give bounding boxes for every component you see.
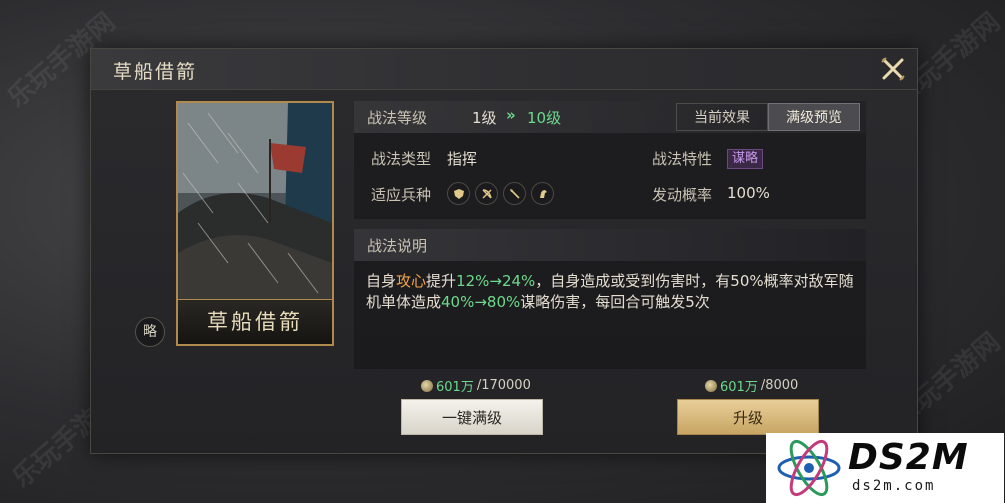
troop-icons: [447, 182, 554, 205]
tactic-trait-tag: 谋略: [727, 149, 764, 169]
logo-domain: ds2m.com: [852, 478, 936, 494]
desc-part: 谋略伤害，每回合可触发5次: [520, 293, 710, 311]
logo-wordmark: DS2M: [848, 437, 969, 478]
max-level-button[interactable]: 一键满级: [401, 399, 543, 435]
spear-icon: [503, 182, 526, 205]
crossbow-icon: [475, 182, 498, 205]
cost-total: /8000: [760, 378, 799, 393]
tactic-info-box: 战法等级 1级 » 10级 当前效果 满级预览 战法类型 指挥 战法特性 谋略 …: [354, 101, 866, 219]
level-label: 战法等级: [367, 109, 428, 127]
desc-part: 自身: [366, 272, 397, 290]
cost-total: /170000: [476, 378, 531, 393]
shield-icon: [447, 182, 470, 205]
upgrade-cost: 601万/8000: [705, 376, 798, 395]
tactic-type-badge: 略: [135, 317, 165, 347]
level-to: 10级: [527, 109, 562, 127]
tab-max-level-preview[interactable]: 满级预览: [768, 103, 860, 131]
cost-amount: 601万: [436, 380, 474, 395]
cost-amount: 601万: [720, 380, 758, 395]
tactic-detail-panel: 草船借箭 草船借箭 略 战法等级 1级 » 10级 当前效果 满级预览 战法类型…: [90, 48, 918, 454]
tactic-card: 草船借箭: [176, 101, 334, 346]
upgrade-button[interactable]: 升级: [677, 399, 819, 435]
close-button[interactable]: [879, 55, 907, 83]
copper-coin-icon: [705, 379, 717, 392]
copper-coin-icon: [421, 379, 433, 392]
level-arrow-icon: »: [506, 106, 516, 124]
close-icon: [881, 57, 905, 81]
description-title: 战法说明: [367, 237, 428, 255]
description-header: 战法说明: [354, 229, 866, 261]
tactic-type-label: 战法类型: [371, 150, 432, 168]
max-level-cost: 601万/170000: [421, 376, 531, 395]
panel-title: 草船借箭: [113, 61, 198, 83]
site-logo: DS2M ds2m.com: [766, 433, 1004, 503]
level-row: 战法等级 1级 » 10级 当前效果 满级预览: [354, 101, 866, 133]
tactic-card-name: 草船借箭: [178, 299, 332, 344]
horse-icon: [531, 182, 554, 205]
desc-value-range: 12%→24%: [456, 272, 536, 290]
troop-type-label: 适应兵种: [371, 186, 432, 204]
trigger-rate-value: 100%: [727, 184, 770, 202]
tactic-description-box: 战法说明 自身攻心提升12%→24%，自身造成或受到伤害时，有50%概率对敌军随…: [354, 229, 866, 369]
tactic-trait-label: 战法特性: [652, 150, 713, 168]
level-from: 1级: [472, 109, 497, 127]
panel-header: 草船借箭: [91, 49, 917, 90]
description-text: 自身攻心提升12%→24%，自身造成或受到伤害时，有50%概率对敌军随机单体造成…: [366, 271, 858, 313]
desc-attribute-keyword: 攻心: [396, 272, 427, 290]
desc-value-range: 40%→80%: [441, 293, 521, 311]
trigger-rate-label: 发动概率: [652, 186, 713, 204]
desc-part: 提升: [426, 272, 457, 290]
atom-logo-icon: [777, 439, 841, 497]
preview-tabs: 当前效果 满级预览: [676, 103, 860, 131]
tab-current-effect[interactable]: 当前效果: [676, 103, 768, 131]
tactic-type-value: 指挥: [447, 150, 478, 168]
